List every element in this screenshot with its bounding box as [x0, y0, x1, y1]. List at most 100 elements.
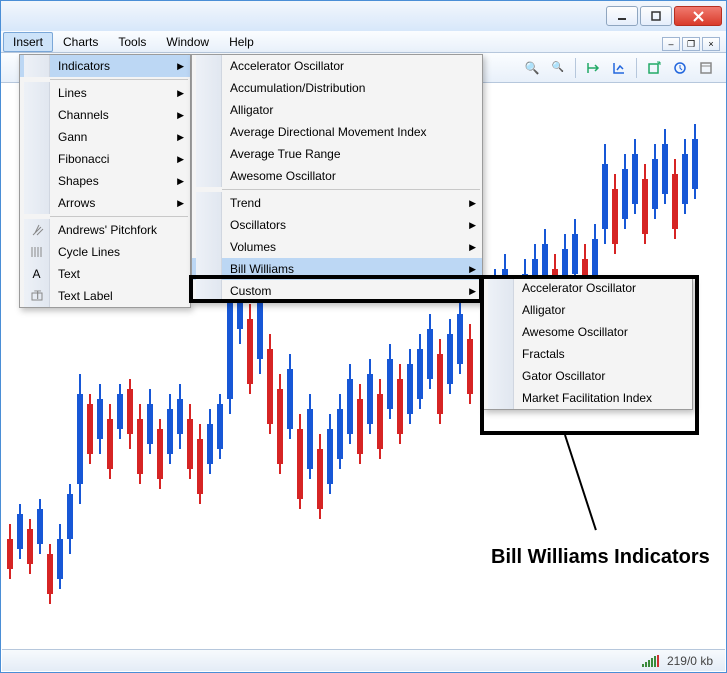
insert-item-lines[interactable]: Lines ▶ — [20, 82, 190, 104]
separator — [575, 58, 576, 78]
menu-help[interactable]: Help — [219, 32, 264, 52]
menu-item-label: Indicators — [50, 59, 118, 73]
menu-item-icon — [24, 126, 50, 148]
indicators-item-average-directional-movement-index[interactable]: Average Directional Movement Index — [192, 121, 482, 143]
menu-item-icon — [196, 280, 222, 302]
template-icon — [699, 61, 713, 75]
menu-item-icon — [24, 192, 50, 214]
menu-item-icon: T — [24, 285, 50, 307]
menu-item-icon — [488, 321, 514, 343]
billwilliams-item-market-facilitation-index[interactable]: Market Facilitation Index — [484, 387, 692, 409]
separator — [636, 58, 637, 78]
menu-item-icon: A — [24, 263, 50, 285]
billwilliams-item-gator-oscillator[interactable]: Gator Oscillator — [484, 365, 692, 387]
clock-icon — [673, 61, 687, 75]
titlebar — [1, 1, 726, 31]
menu-item-icon — [196, 192, 222, 214]
insert-item-gann[interactable]: Gann▶ — [20, 126, 190, 148]
menu-item-label: Text Label — [50, 289, 121, 303]
maximize-button[interactable] — [640, 6, 672, 26]
periodicity-button[interactable] — [669, 57, 691, 79]
menu-item-icon — [196, 214, 222, 236]
menu-item-label: Accumulation/Distribution — [222, 81, 373, 95]
menu-item-label: Accelerator Oscillator — [222, 59, 352, 73]
menu-item-label: Average Directional Movement Index — [222, 125, 435, 139]
submenu-arrow-icon: ▶ — [469, 220, 476, 231]
autoscroll-icon — [586, 61, 600, 75]
menu-item-label: Cycle Lines — [50, 245, 128, 259]
statusbar: 219/0 kb — [2, 649, 725, 671]
menu-item-icon — [196, 236, 222, 258]
indicators-submenu: Accelerator Oscillator Accumulation/Distr… — [191, 54, 483, 303]
mdi-restore-button[interactable]: ❐ — [682, 37, 700, 51]
close-button[interactable] — [674, 6, 722, 26]
insert-item-text[interactable]: AText — [20, 263, 190, 285]
menu-item-label: Alligator — [222, 103, 281, 117]
menu-tools[interactable]: Tools — [108, 32, 156, 52]
indicators-button[interactable] — [643, 57, 665, 79]
mdi-minimize-button[interactable]: – — [662, 37, 680, 51]
submenu-arrow-icon: ▶ — [177, 61, 184, 72]
menu-item-label: Lines — [50, 86, 95, 100]
indicators-item-accelerator-oscillator[interactable]: Accelerator Oscillator — [192, 55, 482, 77]
billwilliams-item-awesome-oscillator[interactable]: Awesome Oscillator — [484, 321, 692, 343]
menu-item-icon — [24, 170, 50, 192]
mdi-close-button[interactable]: × — [702, 37, 720, 51]
insert-item-cycle-lines[interactable]: Cycle Lines — [20, 241, 190, 263]
indicators-item-custom[interactable]: Custom▶ — [192, 280, 482, 302]
menu-item-label: Trend — [222, 196, 269, 210]
menu-item-label: Fractals — [514, 347, 573, 361]
submenu-arrow-icon: ▶ — [177, 110, 184, 121]
billwilliams-item-accelerator-oscillator[interactable]: Accelerator Oscillator — [484, 277, 692, 299]
insert-item-channels[interactable]: Channels▶ — [20, 104, 190, 126]
indicators-item-volumes[interactable]: Volumes▶ — [192, 236, 482, 258]
menu-charts[interactable]: Charts — [53, 32, 108, 52]
menu-item-label: Shapes — [50, 174, 107, 188]
indicators-item-bill-williams[interactable]: Bill Williams▶ — [192, 258, 482, 280]
menu-item-icon — [488, 343, 514, 365]
indicators-item-trend[interactable]: Trend▶ — [192, 192, 482, 214]
menu-window[interactable]: Window — [156, 32, 219, 52]
menu-item-icon — [488, 387, 514, 409]
menu-item-icon — [488, 277, 514, 299]
indicators-item-oscillators[interactable]: Oscillators▶ — [192, 214, 482, 236]
zoom-in-button[interactable]: 🔍 — [521, 57, 543, 79]
autoscroll-button[interactable] — [582, 57, 604, 79]
zoom-out-button[interactable]: 🔍 — [547, 57, 569, 79]
menu-item-icon — [196, 55, 222, 77]
indicators-item-average-true-range[interactable]: Average True Range — [192, 143, 482, 165]
menu-item-label: Accelerator Oscillator — [514, 281, 644, 295]
indicators-item-accumulation-distribution[interactable]: Accumulation/Distribution — [192, 77, 482, 99]
connection-signal-icon — [642, 655, 659, 667]
indicators-item-alligator[interactable]: Alligator — [192, 99, 482, 121]
menu-item-label: Market Facilitation Index — [514, 391, 660, 405]
chartshift-icon — [612, 61, 626, 75]
submenu-arrow-icon: ▶ — [469, 286, 476, 297]
mdi-window-controls: – ❐ × — [662, 37, 720, 51]
insert-item-arrows[interactable]: Arrows▶ — [20, 192, 190, 214]
templates-button[interactable] — [695, 57, 717, 79]
submenu-arrow-icon: ▶ — [469, 264, 476, 275]
insert-item-shapes[interactable]: Shapes▶ — [20, 170, 190, 192]
insert-item-text-label[interactable]: TText Label — [20, 285, 190, 307]
menu-item-icon — [24, 82, 50, 104]
indicators-item-awesome-oscillator[interactable]: Awesome Oscillator — [192, 165, 482, 187]
submenu-arrow-icon: ▶ — [177, 88, 184, 99]
menu-item-icon — [24, 55, 50, 77]
insert-item-fibonacci[interactable]: Fibonacci▶ — [20, 148, 190, 170]
insert-item-andrews-pitchfork[interactable]: Andrews' Pitchfork — [20, 219, 190, 241]
billwilliams-item-fractals[interactable]: Fractals — [484, 343, 692, 365]
indicators-icon — [647, 61, 661, 75]
menu-item-label: Arrows — [50, 196, 103, 210]
menu-insert[interactable]: Insert — [3, 32, 53, 52]
menu-item-icon — [196, 258, 222, 280]
menu-item-label: Text — [50, 267, 88, 281]
chartshift-button[interactable] — [608, 57, 630, 79]
billwilliams-item-alligator[interactable]: Alligator — [484, 299, 692, 321]
insert-item-indicators[interactable]: Indicators ▶ — [20, 55, 190, 77]
minimize-button[interactable] — [606, 6, 638, 26]
billwilliams-submenu: Accelerator Oscillator AlligatorAwesome O… — [483, 276, 693, 410]
menubar: InsertChartsToolsWindowHelp — [1, 31, 726, 53]
menu-item-icon — [24, 219, 50, 241]
menu-item-icon — [488, 365, 514, 387]
